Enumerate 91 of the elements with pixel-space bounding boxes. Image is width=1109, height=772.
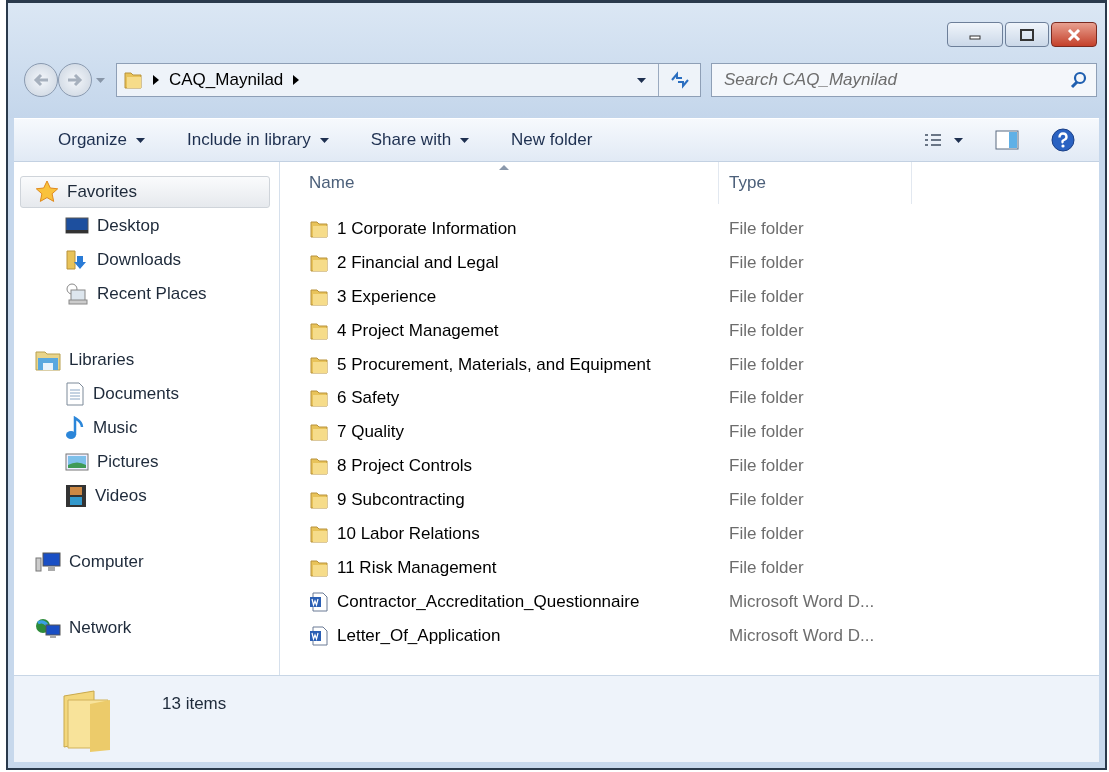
computer-icon <box>35 551 61 573</box>
folder-icon <box>309 524 329 543</box>
file-type: File folder <box>728 456 804 477</box>
minimize-button[interactable] <box>947 22 1003 47</box>
file-type: Microsoft Word D... <box>728 625 875 646</box>
pictures-icon <box>65 452 89 472</box>
maximize-icon <box>1020 28 1034 41</box>
back-arrow-icon <box>33 73 49 87</box>
folder-icon <box>309 321 329 340</box>
file-name[interactable]: 5 Procurement, Materials, and Equipment <box>337 354 651 375</box>
toolbar-button[interactable]: Include in library <box>177 124 339 156</box>
file-type: File folder <box>728 354 804 375</box>
nav-item[interactable]: Desktop <box>20 210 270 242</box>
nav-item[interactable]: Network <box>20 612 270 644</box>
close-icon <box>1067 28 1081 41</box>
list-view-icon <box>924 133 942 147</box>
nav-item[interactable]: Downloads <box>20 244 270 276</box>
column-header[interactable]: Name <box>280 162 719 204</box>
file-name[interactable]: 7 Quality <box>337 422 405 443</box>
back-button[interactable] <box>24 63 58 97</box>
maximize-button[interactable] <box>1005 22 1049 47</box>
close-button[interactable] <box>1051 22 1097 47</box>
caret-icon <box>954 137 963 143</box>
folder-icon <box>309 491 329 510</box>
item-count: 13 items <box>162 694 227 715</box>
star-icon <box>35 180 59 204</box>
libraries-icon <box>35 349 61 371</box>
file-type: File folder <box>728 422 804 443</box>
nav-item[interactable]: Recent Places <box>20 278 270 310</box>
breadcrumb-segment[interactable]: CAQ_Maynilad <box>169 70 284 90</box>
caret-icon <box>636 77 646 83</box>
toolbar-button[interactable]: Organize <box>48 124 155 156</box>
toolbar-button[interactable]: Share with <box>360 124 480 156</box>
file-type: Microsoft Word D... <box>728 591 875 612</box>
file-name[interactable]: 6 Safety <box>337 388 400 409</box>
search-field[interactable]: Search CAQ_Maynilad <box>711 63 1097 97</box>
help-icon <box>1051 128 1075 152</box>
word-document-icon <box>309 625 329 646</box>
refresh-icon <box>668 71 691 89</box>
file-name[interactable]: 9 Subcontracting <box>337 490 465 511</box>
folder-icon <box>309 287 329 306</box>
file-name[interactable]: 8 Project Controls <box>337 456 473 477</box>
file-name[interactable]: 3 Experience <box>337 286 437 307</box>
film-strip-icon <box>65 484 87 508</box>
desktop-icon <box>65 216 89 236</box>
nav-item[interactable]: Libraries <box>20 344 270 376</box>
toolbar-button[interactable]: New folder <box>501 124 603 156</box>
nav-item[interactable]: Music <box>20 412 270 444</box>
nav-item[interactable]: Pictures <box>20 446 270 478</box>
address-bar[interactable]: CAQ_Maynilad <box>116 63 701 97</box>
file-name[interactable]: 10 Labor Relations <box>337 523 480 544</box>
file-type: File folder <box>728 388 804 409</box>
forward-button[interactable] <box>58 63 92 97</box>
chevron-icon <box>153 75 159 85</box>
forward-arrow-icon <box>67 73 83 87</box>
nav-item[interactable]: Favorites <box>20 176 270 208</box>
file-name[interactable]: Contractor_Accreditation_Questionnaire <box>337 591 640 612</box>
nav-item[interactable]: Documents <box>20 378 270 410</box>
folder-icon <box>309 457 329 476</box>
downloads-folder-icon <box>65 248 89 272</box>
network-icon <box>35 617 61 639</box>
file-type: File folder <box>728 218 804 239</box>
file-type: File folder <box>728 320 804 341</box>
nav-item[interactable]: Computer <box>20 546 270 578</box>
caret-icon <box>95 77 105 83</box>
file-name[interactable]: 4 Project Managemet <box>337 320 499 341</box>
folder-icon <box>309 558 329 577</box>
file-type: File folder <box>728 490 804 511</box>
column-header[interactable]: Type <box>719 162 912 204</box>
word-document-icon <box>309 591 329 612</box>
file-type: File folder <box>728 523 804 544</box>
file-name[interactable]: Letter_Of_Application <box>337 625 501 646</box>
folder-icon <box>309 253 329 272</box>
folder-icon <box>123 71 143 89</box>
nav-item[interactable]: Videos <box>20 480 270 512</box>
file-type: File folder <box>728 286 804 307</box>
preview-pane-icon <box>995 130 1019 150</box>
file-name[interactable]: 11 Risk Management <box>337 557 497 578</box>
folder-icon <box>309 355 329 374</box>
folder-icon <box>309 423 329 442</box>
folder-icon <box>309 219 329 238</box>
recent-places-icon <box>65 282 89 306</box>
file-name[interactable]: 1 Corporate Information <box>337 218 517 239</box>
chevron-icon <box>293 75 300 85</box>
file-type: File folder <box>728 557 804 578</box>
search-icon <box>1070 71 1088 89</box>
file-type: File folder <box>728 252 804 273</box>
folder-icon <box>309 389 329 408</box>
file-name[interactable]: 2 Financial and Legal <box>337 252 499 273</box>
documents-icon <box>65 382 85 406</box>
music-note-icon <box>65 416 85 440</box>
